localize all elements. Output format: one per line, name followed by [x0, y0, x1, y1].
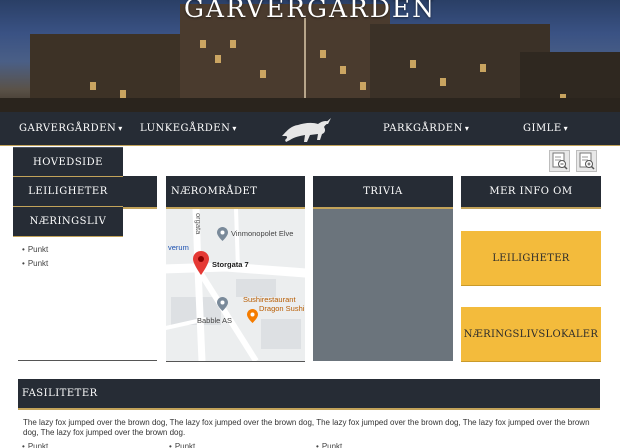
window-light	[480, 64, 486, 72]
list-item: Punkt	[169, 440, 195, 448]
window-light	[340, 66, 346, 74]
list-item: Punkt	[316, 440, 342, 448]
dropdown-item-leiligheter[interactable]: LEILIGHETER	[13, 177, 123, 207]
fasiliteter-bullet: Punkt	[22, 440, 48, 448]
map[interactable]: verum orgata Storgata 7 Vinmonopolet Elv…	[166, 209, 305, 361]
street	[0, 98, 620, 112]
dropdown-menu: HOVEDSIDE LEILIGHETER NÆRINGSLIV	[13, 147, 123, 237]
nav-item-garvergarden[interactable]: GARVERGÅRDEN ▾	[19, 123, 123, 134]
caret-down-icon: ▾	[563, 124, 569, 133]
window-light	[90, 82, 96, 90]
page-title: GARVERGÅRDEN	[183, 0, 437, 23]
street-pole	[304, 18, 306, 110]
place-icon	[217, 297, 228, 316]
window-light	[215, 55, 221, 63]
trivia-content	[313, 209, 453, 361]
naringslokaler-button[interactable]: NÆRINGSLIVSLOKALER	[461, 307, 601, 362]
list-item: Punkt	[22, 440, 48, 448]
zoom-out-document-icon[interactable]	[549, 150, 570, 172]
narområdet-header: NÆROMRÅDET	[166, 176, 305, 209]
divider	[166, 361, 305, 362]
dropdown-item-naringsliv[interactable]: NÆRINGSLIV	[13, 207, 123, 237]
zoom-in-document-icon[interactable]	[576, 150, 597, 172]
nav-item-lunkegarden[interactable]: LUNKEGÅRDEN ▾	[140, 123, 237, 134]
trivia-header: TRIVIA	[313, 176, 453, 209]
window-light	[360, 82, 366, 90]
nav-item-label: LUNKEGÅRDEN	[140, 123, 231, 134]
list-item: Punkt	[22, 257, 48, 271]
fasiliteter-text: The lazy fox jumped over the brown dog, …	[23, 418, 590, 437]
nav-item-label: PARKGÅRDEN	[383, 123, 463, 134]
fasiliteter-bullet: Punkt	[169, 440, 195, 448]
mer-info-header: MER INFO OM	[461, 176, 601, 209]
restaurant-icon	[247, 309, 258, 328]
window-light	[200, 40, 206, 48]
fasiliteter-bullet: Punkt	[316, 440, 342, 448]
map-label-street: orgata	[194, 213, 203, 235]
place-icon	[217, 227, 228, 246]
map-label-babble: Babble AS	[197, 316, 233, 325]
leiligheter-button[interactable]: LEILIGHETER	[461, 231, 601, 286]
list-item: Punkt	[22, 243, 48, 257]
main-nav: GARVERGÅRDEN ▾ LUNKEGÅRDEN ▾ PARKGÅRDEN ▾ G…	[0, 112, 620, 146]
window-light	[120, 90, 126, 98]
window-light	[440, 78, 446, 86]
map-label-sushi: Sushirestaurant	[243, 295, 296, 304]
map-label-vinmonopolet: Vinmonopolet Elve	[231, 229, 294, 238]
hero-banner: GARVERGÅRDEN	[0, 0, 620, 112]
window-light	[410, 60, 416, 68]
window-light	[320, 50, 326, 58]
fasiliteter-header: FASILITETER	[18, 379, 600, 410]
nav-item-label: GARVERGÅRDEN	[19, 123, 117, 134]
caret-down-icon: ▾	[464, 124, 470, 133]
bull-logo[interactable]	[276, 112, 334, 146]
dropdown-item-hovedside[interactable]: HOVEDSIDE	[13, 147, 123, 177]
caret-down-icon: ▾	[232, 124, 237, 133]
map-label-dragon: Dragon Sushi Elver	[259, 304, 305, 313]
map-pin-icon[interactable]	[193, 251, 209, 280]
divider	[18, 360, 157, 361]
left-bullet-list: Punkt Punkt	[22, 243, 48, 271]
caret-down-icon: ▾	[118, 124, 123, 133]
window-light	[260, 70, 266, 78]
nav-item-parkgarden[interactable]: PARKGÅRDEN ▾	[383, 123, 469, 134]
map-label-storgata: Storgata 7	[212, 260, 249, 269]
window-light	[230, 40, 236, 48]
nav-item-gimle[interactable]: GIMLE ▾	[523, 123, 568, 134]
nav-item-label: GIMLE	[523, 123, 562, 134]
map-label-verum: verum	[168, 243, 189, 252]
